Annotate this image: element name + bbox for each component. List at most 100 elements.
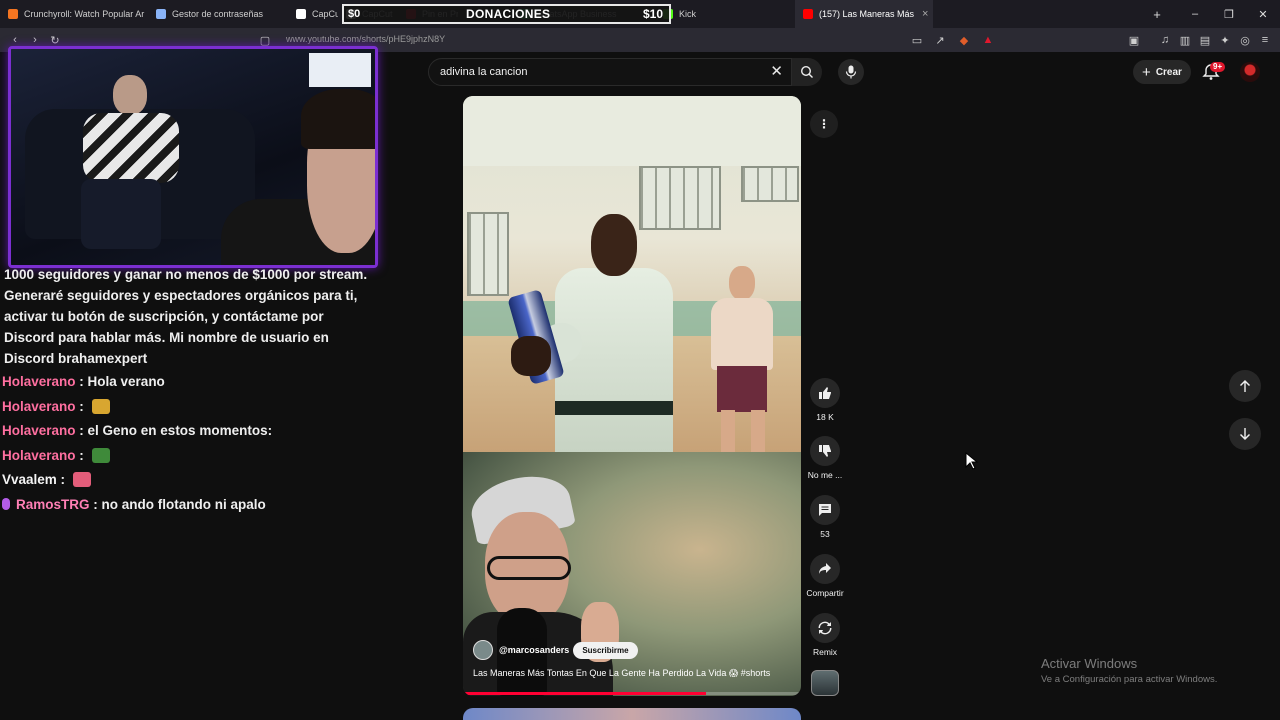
chat-message: Holaverano : — [2, 445, 110, 465]
chat-emote-icon — [72, 471, 91, 487]
comment-icon — [819, 504, 831, 516]
remix-icon — [818, 621, 832, 635]
thumbs-down-icon — [819, 445, 831, 457]
share-icon[interactable]: ↗ — [933, 33, 947, 47]
wallet-icon[interactable]: ▤ — [1198, 33, 1212, 47]
browser-tab[interactable]: CapCut — [288, 0, 338, 28]
minimize-button[interactable]: – — [1178, 0, 1212, 28]
extensions-icon[interactable]: ✦ — [1218, 33, 1232, 47]
activation-subtitle: Ve a Configuración para activar Windows. — [1041, 674, 1218, 685]
comments-button[interactable] — [810, 495, 840, 525]
channel-avatar[interactable] — [473, 640, 493, 660]
remix-action: Remix — [804, 613, 846, 657]
browser-tab[interactable]: Gestor de contraseñas — [148, 0, 288, 28]
new-tab-button[interactable]: + — [1146, 0, 1168, 28]
chat-username[interactable]: Holaverano — [2, 448, 76, 463]
donation-goal-overlay: $0 DONACIONES $10 — [342, 4, 671, 24]
more-options-button[interactable]: ⋮ — [810, 110, 838, 138]
like-action: 18 K — [804, 378, 846, 422]
vpn-icon[interactable]: ◎ — [1238, 33, 1252, 47]
chat-username[interactable]: Holaverano — [2, 374, 76, 389]
remix-label: Remix — [812, 647, 838, 657]
donation-current: $0 — [348, 8, 361, 20]
back-icon[interactable]: ‹ — [8, 33, 22, 47]
like-button[interactable] — [810, 378, 840, 408]
search-input[interactable] — [429, 66, 749, 78]
chat-username[interactable]: RamosTRG — [16, 497, 90, 512]
chat-emote-icon — [91, 447, 110, 463]
browser-tab[interactable]: Crunchyroll: Watch Popular Ar — [0, 0, 148, 28]
cast-icon[interactable]: ▭ — [910, 33, 924, 47]
create-label: Crear — [1155, 66, 1182, 78]
chat-username[interactable]: Holaverano — [2, 399, 76, 414]
tab-label: Gestor de contraseñas — [172, 9, 264, 19]
browser-tab[interactable]: Kick — [655, 0, 795, 28]
remix-button[interactable] — [810, 613, 840, 643]
channel-name[interactable]: @marcosanders — [499, 645, 569, 655]
chat-username[interactable]: Holaverano — [2, 423, 76, 438]
restore-button[interactable]: ❐ — [1212, 0, 1246, 28]
mouse-cursor-icon — [965, 452, 979, 470]
bookmark-icon[interactable]: ▢ — [258, 33, 272, 47]
share-arrow-icon — [819, 563, 831, 574]
tab-close-icon[interactable]: × — [914, 8, 928, 20]
donation-goal: $10 — [642, 7, 663, 21]
donation-title: DONACIONES — [466, 7, 551, 21]
chat-message: Holaverano : Hola verano — [2, 371, 165, 391]
chat-message: Holaverano : el Geno en estos momentos: — [2, 420, 272, 440]
rewards-icon[interactable]: ▲ — [981, 33, 995, 47]
windows-activation-watermark: Activar Windows Ve a Configuración para … — [1041, 656, 1217, 685]
plus-icon: + — [1142, 63, 1151, 81]
create-button[interactable]: + Crear — [1133, 60, 1191, 84]
chat-separator: : — [89, 496, 102, 512]
window-controls: – ❐ ✕ — [1178, 0, 1280, 28]
dislike-button[interactable] — [810, 436, 840, 466]
share-button[interactable] — [810, 554, 840, 584]
dislike-action: No me ... — [804, 436, 846, 480]
reader-icon[interactable]: ▥ — [1178, 33, 1192, 47]
brave-shield-icon[interactable]: ◆ — [957, 33, 971, 47]
sidebar-icon[interactable]: ▣ — [1127, 33, 1141, 47]
short-title[interactable]: Las Maneras Más Tontas En Que La Gente H… — [473, 668, 793, 679]
close-window-button[interactable]: ✕ — [1246, 0, 1280, 28]
chat-text: no ando flotando ni apalo — [101, 496, 266, 512]
video-animation-scene — [463, 96, 801, 452]
search-button[interactable] — [792, 58, 822, 86]
voice-search-button[interactable] — [838, 59, 864, 85]
next-short-preview[interactable] — [463, 708, 801, 720]
music-icon[interactable]: ♫ — [1158, 33, 1172, 47]
short-video-player[interactable]: @marcosanders Suscribirme Las Maneras Má… — [463, 96, 801, 696]
browser-tab[interactable]: (157) Las Maneras Más × — [795, 0, 933, 28]
tab-label: CapCut — [312, 9, 338, 19]
chat-badge-icon — [2, 498, 10, 510]
previous-short-button[interactable] — [1229, 370, 1261, 402]
like-count: 18 K — [816, 412, 834, 422]
url-field[interactable]: www.youtube.com/shorts/pHE9jphzN8Y — [286, 34, 445, 44]
subscribe-button[interactable]: Suscribirme — [573, 641, 638, 659]
tab-favicon-icon — [8, 9, 18, 19]
tab-label: Crunchyroll: Watch Popular Ar — [24, 9, 145, 19]
chat-separator: : — [75, 398, 88, 414]
chat-text: Hola verano — [87, 373, 165, 389]
webcam-window-light — [309, 53, 371, 87]
reload-icon[interactable]: ↻ — [48, 33, 62, 47]
menu-icon[interactable]: ≡ — [1258, 33, 1272, 47]
dislike-label: No me ... — [807, 470, 843, 480]
video-progress-bar[interactable] — [463, 692, 801, 695]
tab-label: (157) Las Maneras Más — [819, 9, 915, 19]
tab-favicon-icon — [156, 9, 166, 19]
chat-username[interactable]: Vvaalem — [2, 472, 57, 487]
search-icon — [800, 65, 813, 78]
account-avatar[interactable] — [1240, 62, 1260, 82]
chat-message: Vvaalem : — [2, 469, 91, 489]
microphone-icon — [845, 65, 857, 79]
chat-separator: : — [56, 471, 69, 487]
chat-text: el Geno en estos momentos: — [87, 422, 273, 438]
sound-thumbnail[interactable] — [811, 670, 839, 696]
clear-search-icon[interactable]: ✕ — [770, 64, 783, 80]
forward-icon[interactable]: › — [28, 33, 42, 47]
search-bar: ✕ — [428, 58, 792, 86]
share-action: Compartir — [804, 554, 846, 598]
thumbs-up-icon — [819, 387, 831, 399]
next-short-button[interactable] — [1229, 418, 1261, 450]
